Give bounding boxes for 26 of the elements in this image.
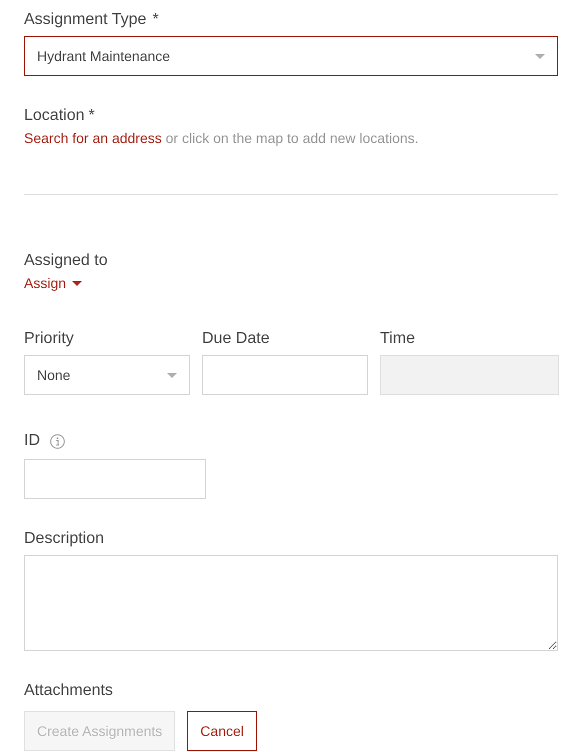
id-field[interactable] bbox=[24, 459, 206, 499]
field-label: Priority bbox=[24, 329, 74, 349]
required-mark: * bbox=[152, 10, 159, 30]
field-label: Attachments bbox=[24, 681, 113, 701]
date-field[interactable] bbox=[202, 355, 368, 395]
caret-icon bbox=[72, 280, 82, 286]
field-label: ID bbox=[24, 431, 40, 451]
cancel-button[interactable]: Cancel bbox=[187, 711, 257, 751]
location-hint: Search for an address or click on the map to add new locations. bbox=[24, 130, 420, 146]
description-field[interactable] bbox=[24, 555, 558, 651]
field-label: Time bbox=[380, 329, 415, 349]
caret-icon bbox=[535, 54, 545, 58]
field-label: Assignment Type bbox=[24, 10, 146, 30]
select-value: Hydrant Maintenance bbox=[37, 48, 170, 64]
required-mark: * bbox=[88, 106, 95, 126]
field-label: Assigned to bbox=[24, 251, 108, 271]
info-icon bbox=[50, 434, 65, 448]
field-label: Due Date bbox=[202, 329, 270, 349]
field-label: Description bbox=[24, 529, 104, 549]
select-field[interactable]: Hydrant Maintenance bbox=[24, 36, 558, 76]
assign-dropdown[interactable]: Assign bbox=[24, 275, 82, 291]
select-value: None bbox=[37, 367, 70, 383]
field-label: Location bbox=[24, 106, 84, 126]
select-field[interactable]: None bbox=[24, 355, 190, 395]
caret-icon bbox=[167, 372, 177, 378]
search-address-link[interactable]: Search for an address bbox=[24, 130, 162, 146]
